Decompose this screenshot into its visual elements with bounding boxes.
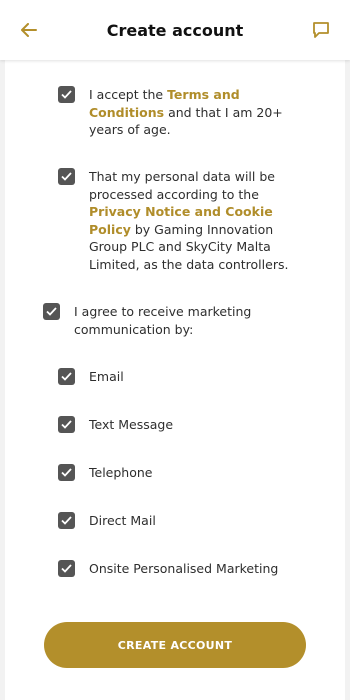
create-account-button[interactable]: CREATE ACCOUNT	[44, 622, 306, 668]
terms-text: I accept the Terms and Conditions and th…	[89, 86, 288, 139]
text-message-checkbox[interactable]	[58, 416, 75, 433]
marketing-label: I agree to receive marketing communicati…	[74, 304, 252, 337]
back-button[interactable]	[18, 20, 40, 40]
email-checkbox[interactable]	[58, 368, 75, 385]
consent-form: I accept the Terms and Conditions and th…	[5, 60, 345, 700]
terms-checkbox[interactable]	[58, 86, 75, 103]
arrow-left-icon	[21, 23, 37, 37]
marketing-checkbox[interactable]	[43, 303, 60, 320]
checkmark-icon	[61, 468, 72, 477]
telephone-checkbox[interactable]	[58, 464, 75, 481]
text-message-label: Text Message	[89, 417, 174, 432]
checkmark-icon	[46, 307, 57, 316]
top-bar: Create account	[0, 0, 350, 60]
checkmark-icon	[61, 372, 72, 381]
terms-text-prefix: I accept the	[89, 87, 168, 102]
privacy-checkbox[interactable]	[58, 168, 75, 185]
chat-button[interactable]	[310, 19, 332, 41]
checkmark-icon	[61, 564, 72, 573]
email-label: Email	[89, 369, 124, 384]
terms-consent: I accept the Terms and Conditions and th…	[58, 86, 288, 139]
channel-item-onsite-marketing: Onsite Personalised Marketing	[58, 560, 318, 578]
channel-item-text-message: Text Message	[58, 416, 298, 434]
privacy-text-prefix: That my personal data will be processed …	[89, 169, 275, 202]
channel-item-email: Email	[58, 368, 298, 386]
channel-item-telephone: Telephone	[58, 464, 298, 482]
onsite-marketing-checkbox[interactable]	[58, 560, 75, 577]
checkmark-icon	[61, 420, 72, 429]
direct-mail-label: Direct Mail	[89, 513, 156, 528]
chat-bubble-icon	[313, 22, 329, 38]
onsite-marketing-label: Onsite Personalised Marketing	[89, 561, 279, 576]
direct-mail-checkbox[interactable]	[58, 512, 75, 529]
channel-item-direct-mail: Direct Mail	[58, 512, 298, 530]
privacy-text: That my personal data will be processed …	[89, 168, 298, 273]
checkmark-icon	[61, 172, 72, 181]
checkmark-icon	[61, 516, 72, 525]
page-title: Create account	[106, 20, 244, 40]
telephone-label: Telephone	[89, 465, 153, 480]
privacy-consent: That my personal data will be processed …	[58, 168, 298, 273]
checkmark-icon	[61, 90, 72, 99]
marketing-consent: I agree to receive marketing communicati…	[43, 303, 263, 338]
